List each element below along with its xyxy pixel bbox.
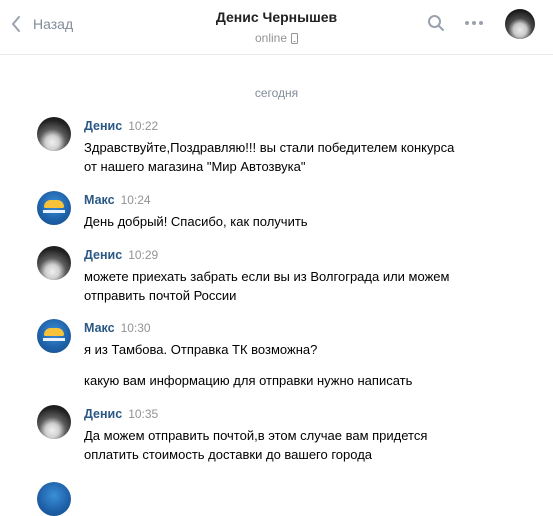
message-text: Да можем отправить почтой,в этом случае … [84,426,524,464]
chat-header: Назад Денис Чернышев online [0,0,553,55]
message-line: День добрый! Спасибо, как получить [84,214,308,229]
message-line: можете приехать забрать если вы из Волго… [84,269,450,284]
message-line: я из Тамбова. Отправка ТК возможна? [84,342,318,357]
message-text: можете приехать забрать если вы из Волго… [84,267,524,305]
search-icon[interactable] [427,14,445,32]
author-name[interactable]: Макс [84,321,115,335]
message-line: от нашего магазина "Мир Автозвука" [84,159,306,174]
author-name[interactable]: Денис [84,407,122,421]
contact-avatar[interactable] [505,9,535,39]
author-name[interactable]: Денис [84,248,122,262]
contact-info: Денис Чернышев online [0,9,553,45]
online-status: online [0,31,553,45]
message-text: Здравствуйте,Поздравляю!!! вы стали побе… [84,138,524,176]
message-text: я из Тамбова. Отправка ТК возможна? [84,340,524,359]
message-time: 10:24 [120,193,151,207]
message-text: День добрый! Спасибо, как получить [84,212,524,231]
message-text: какую вам информацию для отправки нужно … [84,373,413,388]
avatar[interactable] [37,246,71,280]
avatar[interactable] [37,117,71,151]
more-options-icon[interactable] [464,20,484,26]
date-separator: сегодня [254,86,299,100]
message-line: отправить почтой России [84,288,237,303]
message-time: 10:22 [128,119,159,133]
status-text: online [254,31,288,45]
mobile-phone-icon [291,32,299,44]
message-line: Здравствуйте,Поздравляю!!! вы стали побе… [84,140,455,155]
author-name[interactable]: Денис [84,119,122,133]
message-time: 10:29 [128,248,159,262]
avatar[interactable] [37,482,71,516]
avatar[interactable] [37,191,71,225]
avatar[interactable] [37,405,71,439]
message-time: 10:30 [120,321,151,335]
message-line: оплатить стоимость доставки до вашего го… [84,447,373,462]
message-time: 10:35 [128,407,159,421]
avatar[interactable] [37,319,71,353]
author-name[interactable]: Макс [84,193,115,207]
message-line: Да можем отправить почтой,в этом случае … [84,428,428,443]
